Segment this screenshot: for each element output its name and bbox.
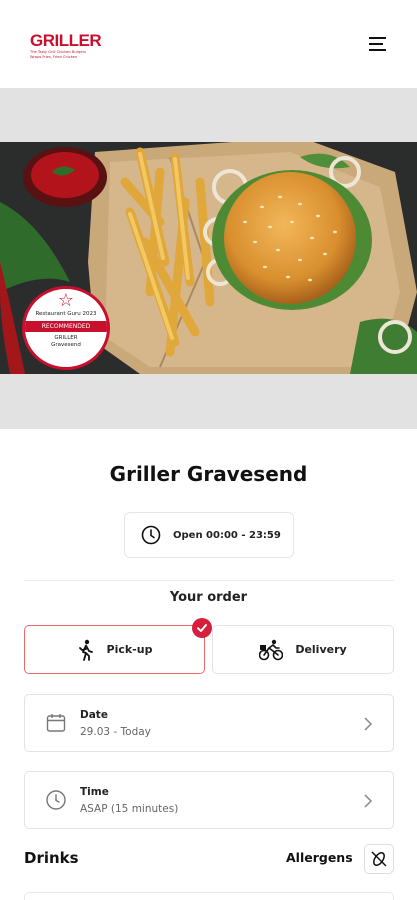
pickup-label: Pick-up	[106, 643, 153, 656]
cyclist-icon	[259, 639, 284, 660]
logo-tagline-2: Wraps Fries, Fried Chicken	[30, 55, 78, 59]
logo-word: GRILLER	[30, 31, 102, 50]
pickup-option[interactable]: Pick-up	[24, 625, 205, 674]
delivery-label: Delivery	[295, 643, 347, 656]
hero-top-band	[0, 88, 417, 142]
hero-image: ☆ Restaurant Guru 2023 RECOMMENDED GRILL…	[0, 142, 417, 374]
menu-item-card[interactable]	[24, 892, 394, 900]
badge-location: Gravesend	[51, 342, 81, 348]
date-value: 29.03 - Today	[80, 726, 151, 738]
section-divider	[24, 580, 394, 581]
time-selector[interactable]: Time ASAP (15 minutes)	[24, 771, 394, 829]
badge-name: GRILLER	[54, 335, 78, 341]
badge-recommended: RECOMMENDED	[25, 321, 107, 332]
opening-hours-text: Open 00:00 - 23:59	[173, 529, 281, 541]
calendar-icon	[46, 714, 66, 732]
hamburger-menu-icon[interactable]	[366, 34, 390, 54]
opening-hours-pill: Open 00:00 - 23:59	[124, 512, 294, 558]
restaurant-name: Griller Gravesend	[109, 462, 308, 486]
delivery-option[interactable]: Delivery	[212, 625, 394, 674]
app-header: GRILLER The Tasty Grill Chicken Burgers …	[0, 0, 417, 88]
chevron-right-icon	[364, 717, 373, 731]
allergens-link[interactable]: Allergens	[286, 850, 353, 865]
no-allergens-icon[interactable]	[364, 844, 394, 874]
date-label: Date	[80, 709, 108, 721]
category-title: Drinks	[24, 849, 79, 867]
hero-bottom-band	[0, 374, 417, 429]
clock-icon	[141, 525, 161, 545]
clock-icon	[46, 790, 66, 810]
date-selector[interactable]: Date 29.03 - Today	[24, 694, 394, 752]
your-order-heading: Your order	[169, 590, 248, 605]
chevron-right-icon	[364, 794, 373, 808]
walking-person-icon	[78, 639, 93, 661]
restaurant-guru-badge: ☆ Restaurant Guru 2023 RECOMMENDED GRILL…	[22, 286, 110, 370]
griller-logo[interactable]: GRILLER The Tasty Grill Chicken Burgers …	[30, 31, 102, 60]
time-label: Time	[80, 786, 109, 798]
badge-year: Restaurant Guru 2023	[35, 311, 97, 317]
time-value: ASAP (15 minutes)	[80, 803, 179, 815]
selected-check-icon	[192, 618, 212, 638]
